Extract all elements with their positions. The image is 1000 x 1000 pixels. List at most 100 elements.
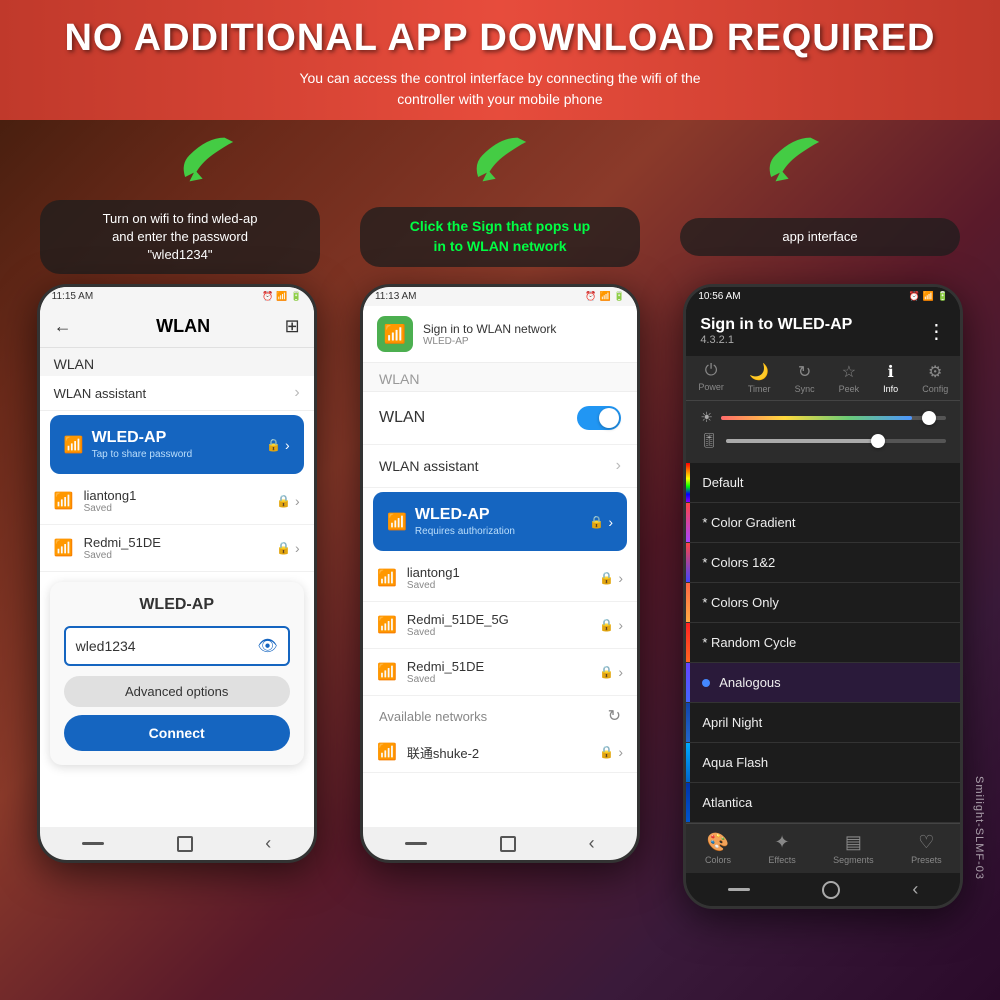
preset-analogous-label: Analogous: [719, 675, 780, 690]
effects-icon: ✦: [775, 832, 790, 853]
preset-analogous[interactable]: Analogous: [686, 663, 960, 703]
app-sliders: ☀ 🎚: [686, 401, 960, 463]
phone2-network-redmi[interactable]: 📶 Redmi_51DE Saved 🔒 ›: [363, 649, 637, 696]
tab-info[interactable]: ℹ Info: [883, 362, 898, 394]
phone3-status-icons: ⏰📶🔋: [909, 291, 949, 302]
lock-p2-1: 🔒: [599, 571, 614, 585]
bottom-tab-effects[interactable]: ✦ Effects: [768, 832, 795, 865]
speed-track[interactable]: [726, 439, 946, 443]
brightness-fill: [721, 416, 913, 420]
wled-ap-name: WLED-AP: [92, 429, 266, 447]
wlan-toggle[interactable]: [577, 406, 621, 430]
presets-label: Presets: [911, 855, 942, 865]
phone2-nav-menu[interactable]: [405, 842, 427, 845]
preset-atlantica[interactable]: Atlantica: [686, 783, 960, 823]
phone1-nav-menu[interactable]: [82, 842, 104, 845]
preset-aqua-flash[interactable]: Aqua Flash: [686, 743, 960, 783]
preset-aqua-label: Aqua Flash: [702, 755, 768, 770]
speed-slider-row: 🎚: [700, 432, 946, 449]
expand-icon[interactable]: ⊞: [285, 316, 300, 337]
wifi-icon-p2-3: 📶: [377, 662, 397, 682]
speed-thumb[interactable]: [871, 434, 885, 448]
back-icon[interactable]: ←: [54, 316, 72, 337]
phone2-wled-ap-sub: Requires authorization: [415, 526, 589, 537]
presets-icon: ♡: [918, 832, 934, 853]
phone1-assistant-row[interactable]: WLAN assistant ›: [40, 376, 314, 411]
brightness-track[interactable]: [721, 416, 946, 420]
phone2-notification[interactable]: 📶 Sign in to WLAN network WLED-AP: [363, 306, 637, 363]
main-subtitle: You can access the control interface by …: [20, 68, 980, 110]
phone2-network-liantong1[interactable]: 📶 liantong1 Saved 🔒 ›: [363, 555, 637, 602]
phone3-nav-menu[interactable]: [728, 888, 750, 891]
chevron-selected: ›: [285, 437, 290, 453]
phone3-bottom-nav: ‹: [686, 873, 960, 906]
network-item-liantong1[interactable]: 📶 liantong1 Saved 🔒 ›: [40, 478, 314, 525]
preset-colors-12[interactable]: * Colors 1&2: [686, 543, 960, 583]
lock-p2-2: 🔒: [599, 618, 614, 632]
arrow2: [460, 130, 540, 190]
sync-label: Sync: [795, 384, 815, 394]
preset-color-gradient[interactable]: * Color Gradient: [686, 503, 960, 543]
network-item-redmi[interactable]: 📶 Redmi_51DE Saved 🔒 ›: [40, 525, 314, 572]
wled-ap-network-item[interactable]: 📶 WLED-AP Tap to share password 🔒 ›: [50, 415, 304, 474]
chevron-p2-1: ›: [618, 570, 623, 586]
notif-sub: WLED-AP: [423, 336, 556, 347]
phone3-status-bar: 10:56 AM ⏰📶🔋: [686, 287, 960, 306]
tab-config[interactable]: ⚙ Config: [922, 362, 948, 394]
config-icon: ⚙: [928, 362, 942, 382]
connect-button[interactable]: Connect: [64, 715, 290, 751]
phone2-nav-back[interactable]: ‹: [589, 833, 595, 854]
preset-colors-only[interactable]: * Colors Only: [686, 583, 960, 623]
preset-random-cycle[interactable]: * Random Cycle: [686, 623, 960, 663]
network1-name: liantong1: [84, 488, 276, 503]
tab-peek[interactable]: ☆ Peek: [839, 362, 860, 394]
arrow1: [167, 130, 247, 190]
labels-row: Turn on wifi to find wled-apand enter th…: [0, 200, 1000, 275]
preset-atlantica-label: Atlantica: [702, 795, 752, 810]
phone1-nav-home[interactable]: [177, 836, 193, 852]
refresh-icon[interactable]: ↻: [608, 706, 621, 726]
colors-icon: 🎨: [707, 832, 729, 853]
wifi-icon-2: 📶: [54, 538, 74, 558]
preset-colors12-label: * Colors 1&2: [702, 555, 775, 570]
phone3-nav-back[interactable]: ‹: [912, 879, 918, 900]
password-input-row[interactable]: wled1234 👁: [64, 626, 290, 666]
password-field[interactable]: wled1234: [76, 638, 258, 654]
brightness-thumb[interactable]: [922, 411, 936, 425]
app-header: Sign in to WLED-AP 4.3.2.1 ⋮: [686, 306, 960, 356]
brightness-slider-row: ☀: [700, 409, 946, 426]
phone2-network4-name: 联通shuke-2: [407, 743, 599, 762]
notif-content: Sign in to WLAN network WLED-AP: [423, 322, 556, 347]
phone3-nav-home[interactable]: [822, 881, 840, 899]
phone2-wlan-section: WLAN: [363, 363, 637, 392]
eye-icon[interactable]: 👁: [257, 636, 277, 656]
phone2-nav-home[interactable]: [500, 836, 516, 852]
phone2-screen: 11:13 AM ⏰📶🔋 📶 Sign in to WLAN network W…: [363, 287, 637, 827]
preset-colorsonly-label: * Colors Only: [702, 595, 779, 610]
preset-april-night[interactable]: April Night: [686, 703, 960, 743]
power-label: Power: [698, 382, 724, 392]
bottom-tab-segments[interactable]: ▤ Segments: [833, 832, 874, 865]
timer-icon: 🌙: [749, 362, 769, 382]
tab-timer[interactable]: 🌙 Timer: [748, 362, 771, 394]
phone2-assistant-row[interactable]: WLAN assistant ›: [363, 445, 637, 488]
watermark: Smilight-SLMF-03: [973, 776, 985, 880]
advanced-options-button[interactable]: Advanced options: [64, 676, 290, 707]
more-options-icon[interactable]: ⋮: [926, 319, 946, 344]
segments-icon: ▤: [845, 832, 862, 853]
phone2-wlan-toggle-row[interactable]: WLAN: [363, 392, 637, 445]
bottom-tab-colors[interactable]: 🎨 Colors: [705, 832, 731, 865]
bottom-tab-presets[interactable]: ♡ Presets: [911, 832, 942, 865]
tab-power[interactable]: ⏻ Power: [698, 362, 724, 394]
peek-icon: ☆: [842, 362, 856, 382]
phone1-nav-back[interactable]: ‹: [265, 833, 271, 854]
app-bottom-nav: 🎨 Colors ✦ Effects ▤ Segments ♡ Presets: [686, 823, 960, 873]
tab-sync[interactable]: ↻ Sync: [795, 362, 815, 394]
preset-default[interactable]: Default: [686, 463, 960, 503]
phone2-network-redmi5g[interactable]: 📶 Redmi_51DE_5G Saved 🔒 ›: [363, 602, 637, 649]
phone2-wled-ap[interactable]: 📶 WLED-AP Requires authorization 🔒 ›: [373, 492, 627, 551]
chevron-p2-4: ›: [618, 744, 623, 760]
peek-label: Peek: [839, 384, 860, 394]
phone2-network-liantong-shuke[interactable]: 📶 联通shuke-2 🔒 ›: [363, 732, 637, 773]
network2-name: Redmi_51DE: [84, 535, 276, 550]
